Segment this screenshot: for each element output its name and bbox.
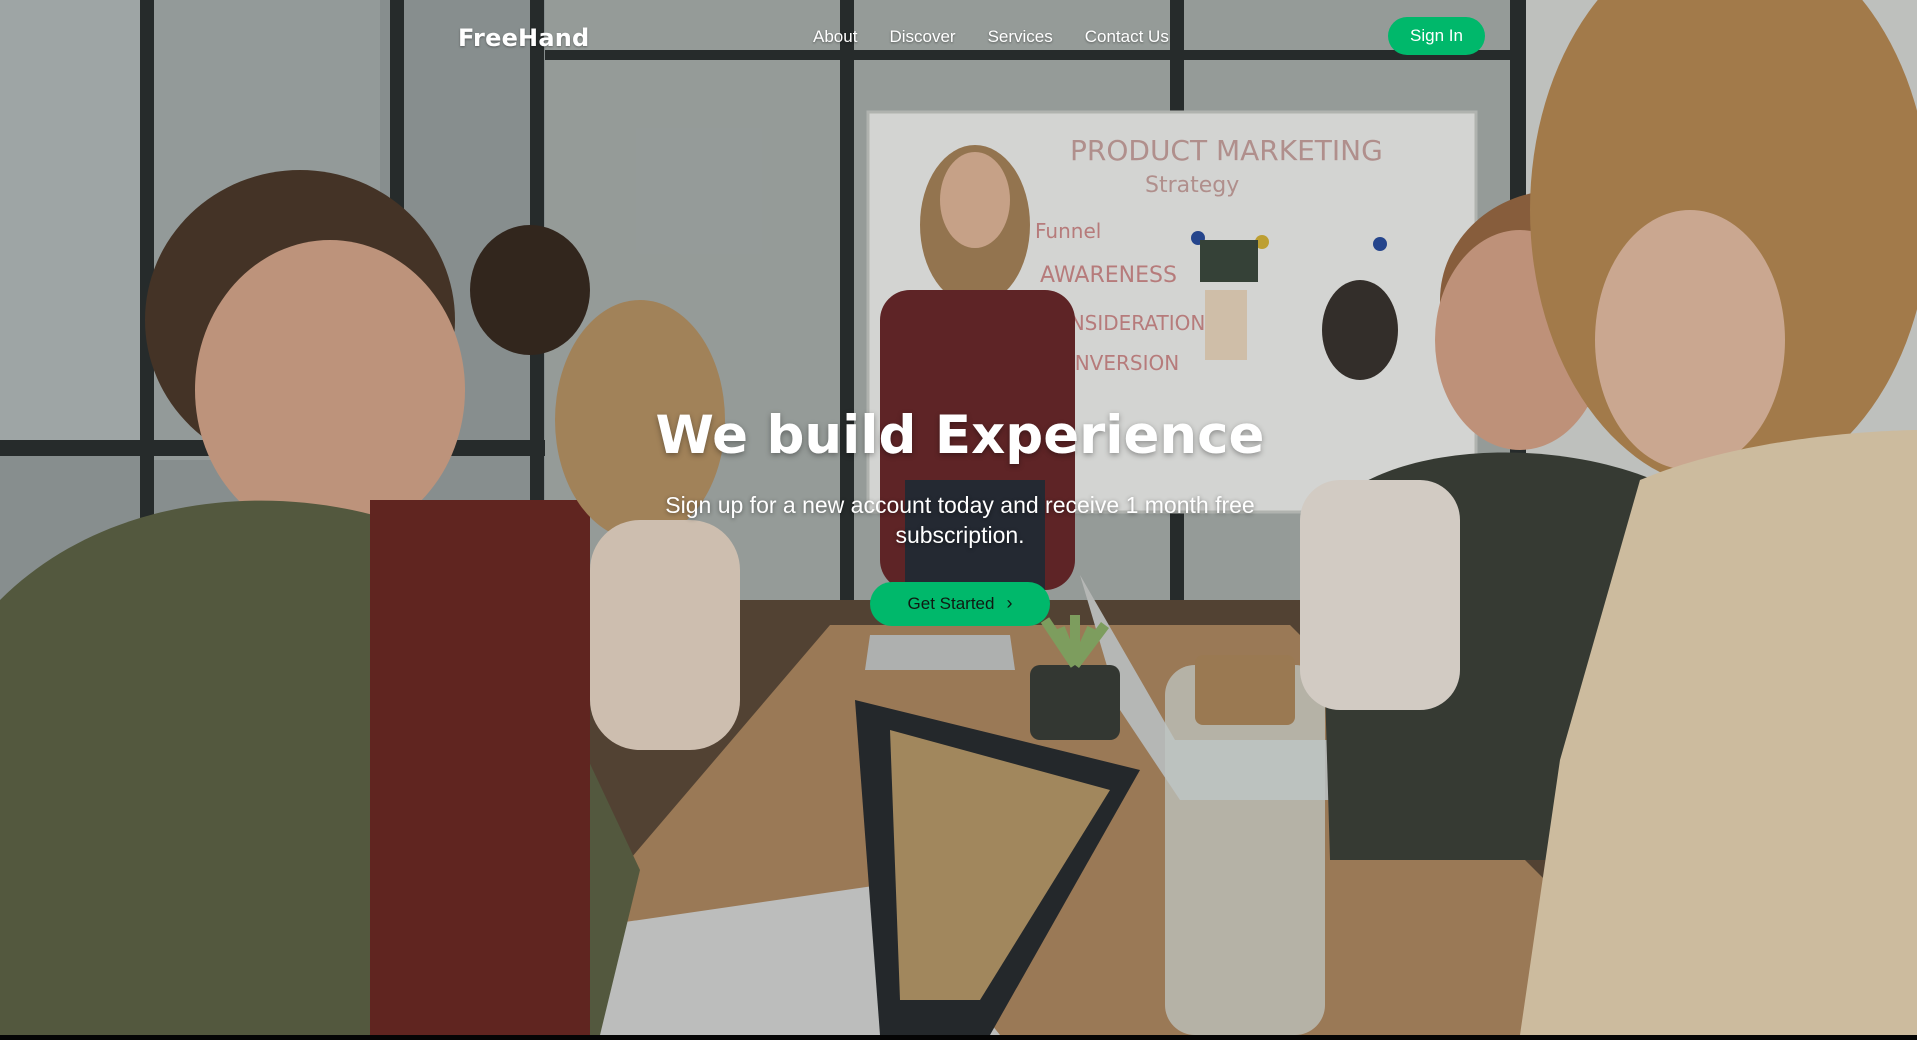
sign-in-button[interactable]: Sign In xyxy=(1388,17,1485,55)
nav-link-discover[interactable]: Discover xyxy=(889,22,955,52)
chevron-right-icon: › xyxy=(1006,593,1013,613)
brand-logo[interactable]: FreeHand xyxy=(458,20,589,56)
nav-link-about[interactable]: About xyxy=(813,22,857,52)
bottom-edge-bar xyxy=(0,1035,1917,1040)
hero-subtitle: Sign up for a new account today and rece… xyxy=(665,492,1255,548)
hero-title: We build Experience xyxy=(655,405,1265,466)
hero-section: PRODUCT MARKETING Strategy Funnel AWAREN… xyxy=(0,0,1917,1035)
nav-link-contact-us[interactable]: Contact Us xyxy=(1085,22,1169,52)
main-nav: About Discover Services Contact Us xyxy=(813,22,1169,52)
nav-link-services[interactable]: Services xyxy=(988,22,1053,52)
get-started-label: Get Started xyxy=(907,594,995,613)
get-started-button[interactable]: Get Started › xyxy=(870,582,1050,626)
